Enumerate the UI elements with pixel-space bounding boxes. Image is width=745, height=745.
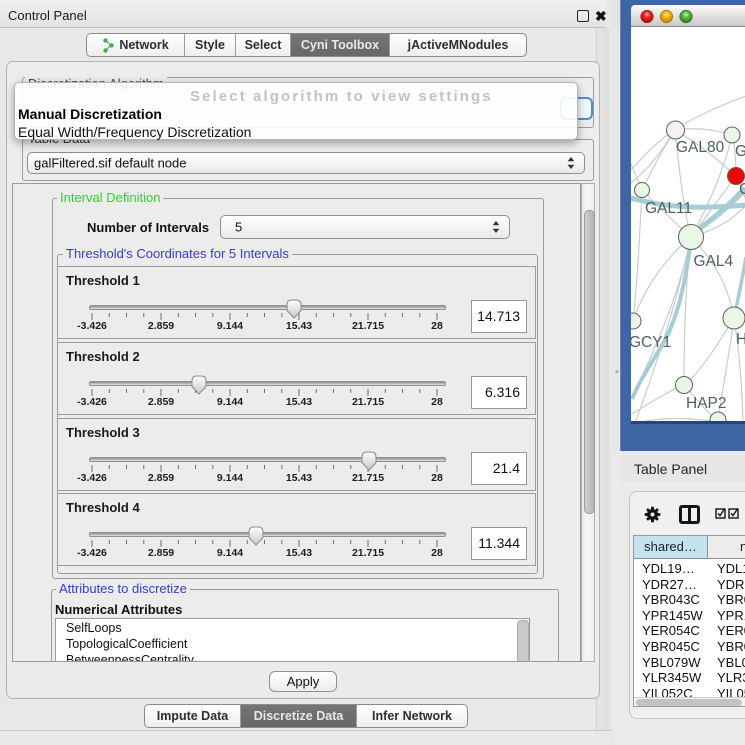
- svg-text:GA: GA: [735, 143, 745, 160]
- svg-text:GAL11: GAL11: [645, 200, 692, 217]
- svg-text:GAL80: GAL80: [676, 139, 725, 156]
- svg-text:H: H: [736, 331, 745, 348]
- svg-text:GCY1: GCY1: [631, 334, 671, 351]
- svg-text:GAL4: GAL4: [694, 253, 734, 270]
- svg-text:HAP2: HAP2: [686, 395, 727, 412]
- svg-text:C: C: [739, 181, 745, 198]
